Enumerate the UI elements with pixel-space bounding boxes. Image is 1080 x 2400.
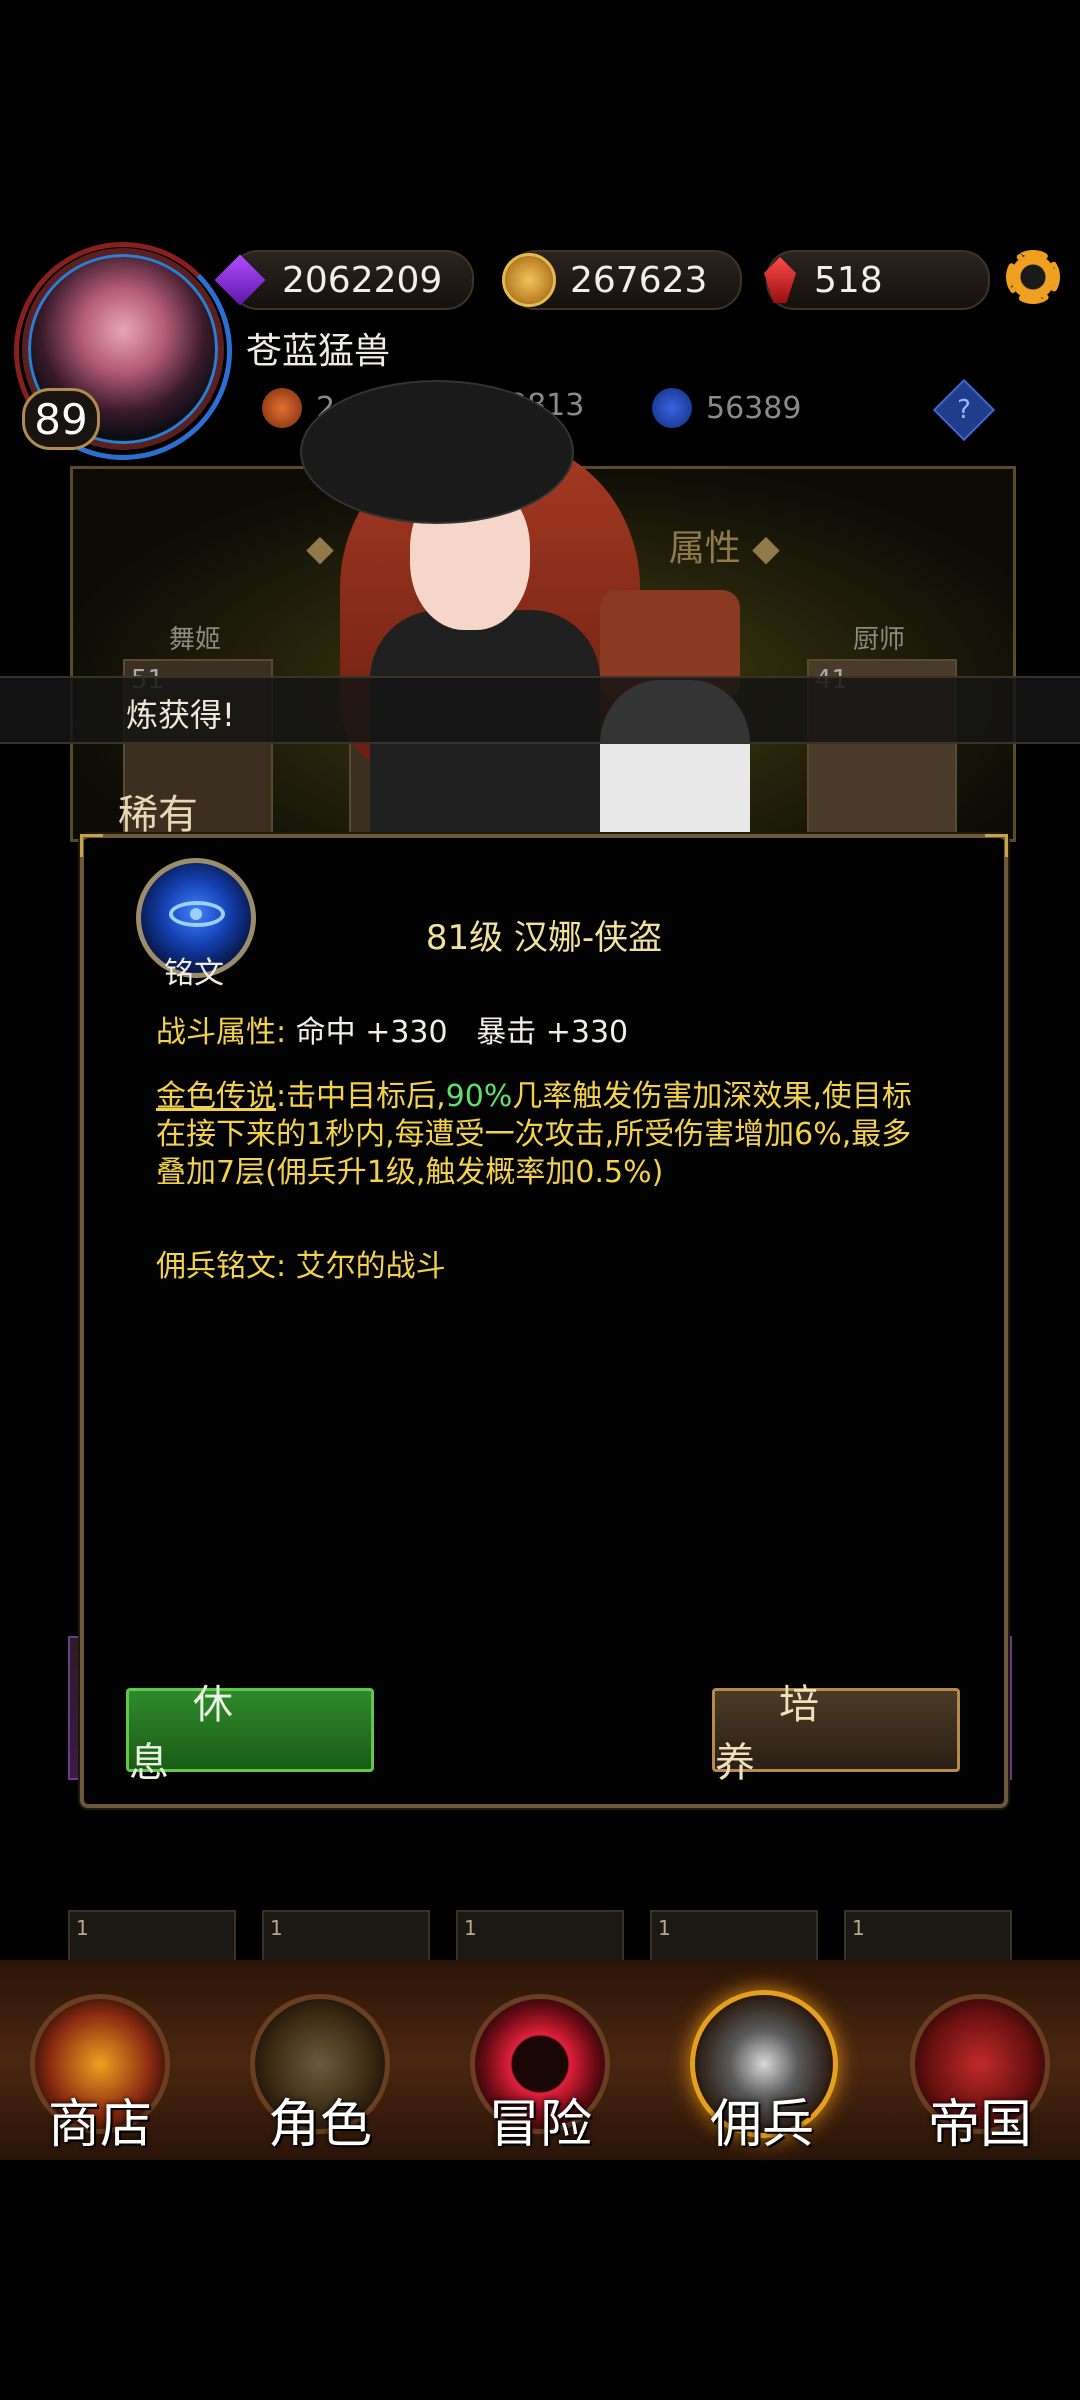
train-button[interactable]: 培养 bbox=[712, 1682, 960, 1786]
combat-value: 命中 +330 暴击 +330 bbox=[295, 1015, 629, 1050]
crystal-counter[interactable]: 2062209 bbox=[214, 250, 474, 310]
legend-percent: 90% bbox=[445, 1079, 513, 1114]
ruby-counter[interactable]: 518 bbox=[764, 250, 990, 310]
combat-attributes: 战斗属性: 命中 +330 暴击 +330 bbox=[156, 1014, 628, 1052]
rune-name-label: 佣兵铭文: bbox=[156, 1249, 287, 1284]
ruby-icon bbox=[764, 257, 796, 303]
crystal-icon bbox=[214, 254, 266, 306]
nav-adventure-label[interactable]: 冒险 bbox=[450, 2082, 630, 2157]
role-label-right: 厨师 bbox=[853, 625, 906, 655]
legend-text-1: :击中目标后, bbox=[276, 1079, 446, 1114]
mercenary-rune: 佣兵铭文: 艾尔的战斗 bbox=[156, 1248, 446, 1286]
legend-label: 金色传说 bbox=[156, 1079, 276, 1114]
combat-label: 战斗属性: bbox=[156, 1015, 287, 1050]
role-label-left: 舞姬 bbox=[169, 625, 222, 655]
rune-name-value: 艾尔的战斗 bbox=[295, 1249, 446, 1284]
rest-button[interactable]: 休息 bbox=[126, 1682, 374, 1786]
crystal-value: 2062209 bbox=[282, 259, 443, 301]
settings-gear-icon[interactable] bbox=[1006, 250, 1060, 304]
orange-orb-icon bbox=[262, 388, 302, 428]
golden-legend-text: 金色传说:击中目标后,90%几率触发伤害加深效果,使目标在接下来的1秒内,每遭受… bbox=[156, 1078, 936, 1192]
level-badge: 89 bbox=[22, 388, 100, 450]
rune-detail-dialog: 铭文 81级 汉娜-侠盗 战斗属性: 命中 +330 暴击 +330 金色传说:… bbox=[80, 834, 1008, 1808]
acquire-banner: 炼获得! bbox=[0, 676, 1080, 744]
nav-empire-label[interactable]: 帝国 bbox=[890, 2082, 1070, 2157]
gold-counter[interactable]: 267623 bbox=[502, 250, 742, 310]
nav-mercenary-label[interactable]: 佣兵 bbox=[672, 2082, 852, 2157]
ruby-value: 518 bbox=[814, 259, 883, 301]
character-art bbox=[300, 380, 800, 840]
nav-shop-label[interactable]: 商店 bbox=[10, 2082, 190, 2157]
help-icon[interactable]: ? bbox=[932, 378, 996, 442]
rarity-label: 稀有 bbox=[118, 792, 198, 838]
dialog-title: 81级 汉娜-侠盗 bbox=[425, 918, 663, 958]
nav-role-label[interactable]: 角色 bbox=[230, 2082, 410, 2157]
gold-coin-icon bbox=[502, 253, 556, 307]
gold-value: 267623 bbox=[570, 259, 708, 301]
player-name: 苍蓝猛兽 bbox=[246, 331, 391, 372]
